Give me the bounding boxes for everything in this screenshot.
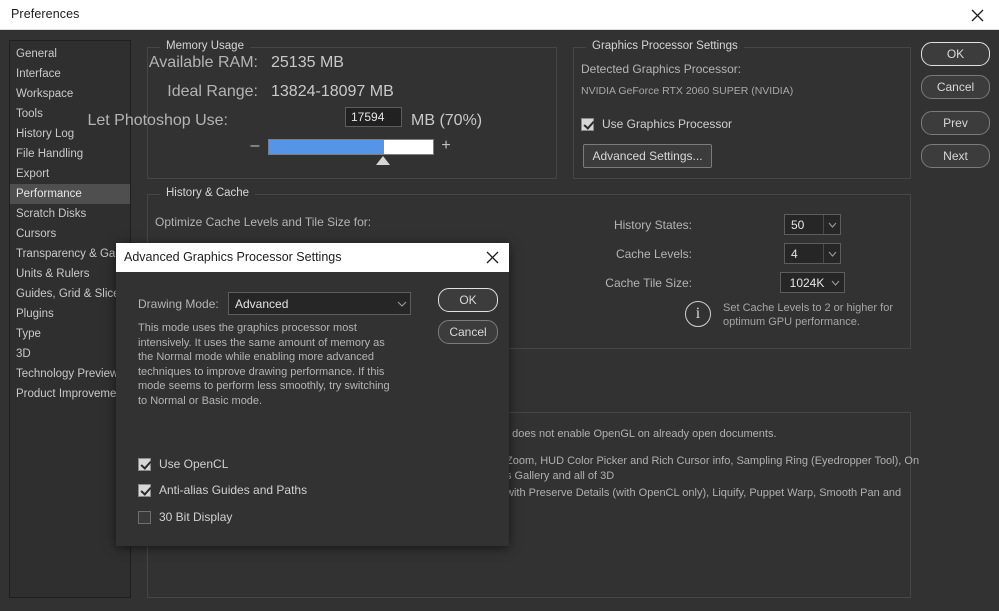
sidebar-item-3d[interactable]: 3D [10, 344, 130, 364]
use-opencl-label: Use OpenCL [159, 457, 228, 471]
checkbox-icon [138, 484, 151, 497]
detected-gpu-label: Detected Graphics Processor: [581, 62, 741, 76]
drawing-mode-dropdown[interactable]: Advanced [228, 292, 411, 315]
dialog-titlebar: Advanced Graphics Processor Settings [116, 243, 509, 272]
optimize-cache-label: Optimize Cache Levels and Tile Size for: [155, 215, 371, 229]
gpu-note-line-1: t does not enable OpenGL on already open… [506, 427, 777, 442]
let-photoshop-use-input[interactable] [345, 107, 402, 127]
info-icon: i [685, 301, 711, 327]
dialog-cancel-button[interactable]: Cancel [438, 320, 498, 344]
sidebar-item-cursors[interactable]: Cursors [10, 224, 130, 244]
anti-alias-guides-label: Anti-alias Guides and Paths [159, 483, 307, 497]
slider-increase-button[interactable]: + [439, 139, 453, 155]
sidebar-item-transparency-gamut[interactable]: Transparency & Gamut [10, 244, 130, 264]
close-icon[interactable] [955, 0, 999, 30]
checkbox-icon [581, 118, 594, 131]
chevron-down-icon [823, 215, 840, 234]
let-photoshop-use-label: Let Photoshop Use: [70, 112, 228, 130]
30-bit-display-checkbox[interactable]: 30 Bit Display [138, 510, 232, 524]
memory-slider: – + [248, 139, 453, 165]
detected-gpu-value: NVIDIA GeForce RTX 2060 SUPER (NVIDIA) [581, 85, 793, 97]
sidebar-item-product-improvement[interactable]: Product Improvement [10, 384, 130, 404]
cache-tile-size-label: Cache Tile Size: [586, 276, 692, 290]
ok-button[interactable]: OK [921, 42, 990, 66]
drawing-mode-value: Advanced [229, 297, 393, 311]
advanced-settings-button[interactable]: Advanced Settings... [583, 144, 712, 168]
dialog-title: Advanced Graphics Processor Settings [124, 250, 341, 264]
anti-alias-guides-checkbox[interactable]: Anti-alias Guides and Paths [138, 483, 307, 497]
history-states-dropdown[interactable]: 50 [784, 214, 841, 235]
checkbox-icon [138, 458, 151, 471]
cache-tile-size-value: 1024K [781, 276, 827, 290]
advanced-graphics-settings-dialog: Advanced Graphics Processor Settings Dra… [116, 243, 509, 546]
sidebar-item-file-handling[interactable]: File Handling [10, 144, 130, 164]
history-states-value: 50 [785, 218, 823, 232]
cache-levels-label: Cache Levels: [600, 247, 692, 261]
window-titlebar: Preferences [0, 0, 999, 30]
gpu-note-line-4: with Preserve Details (with OpenCL only)… [506, 486, 901, 501]
slider-track[interactable] [268, 139, 434, 155]
checkbox-icon [138, 511, 151, 524]
sidebar-item-guides-grid-slices[interactable]: Guides, Grid & Slices [10, 284, 130, 304]
sidebar-item-scratch-disks[interactable]: Scratch Disks [10, 204, 130, 224]
next-button[interactable]: Next [921, 144, 990, 168]
slider-thumb[interactable] [376, 156, 390, 165]
ideal-range-label: Ideal Range: [100, 83, 258, 101]
page-title: Preferences [11, 7, 80, 21]
dialog-ok-button[interactable]: OK [438, 288, 498, 312]
sidebar-item-technology-previews[interactable]: Technology Previews [10, 364, 130, 384]
30-bit-display-label: 30 Bit Display [159, 510, 232, 524]
sidebar-item-performance[interactable]: Performance [10, 184, 130, 204]
gpu-note-line-3: s Gallery and all of 3D [506, 469, 614, 484]
chevron-down-icon [827, 273, 844, 292]
memory-usage-group-title: Memory Usage [160, 40, 250, 52]
graphics-processor-group-title: Graphics Processor Settings [586, 40, 744, 52]
slider-decrease-button[interactable]: – [248, 139, 262, 155]
slider-fill [269, 140, 384, 154]
history-states-label: History States: [600, 218, 692, 232]
sidebar-item-type[interactable]: Type [10, 324, 130, 344]
close-icon[interactable] [477, 243, 507, 272]
available-ram-label: Available RAM: [100, 54, 258, 72]
available-ram-value: 25135 MB [271, 54, 344, 72]
chevron-down-icon [823, 244, 840, 263]
cache-info-text: Set Cache Levels to 2 or higher for opti… [723, 301, 893, 329]
cache-info-line-1: Set Cache Levels to 2 or higher for [723, 301, 893, 315]
preferences-window: Preferences General Interface Workspace … [0, 0, 999, 611]
gpu-note-line-2: Zoom, HUD Color Picker and Rich Cursor i… [506, 454, 919, 469]
sidebar-item-plugins[interactable]: Plugins [10, 304, 130, 324]
history-cache-group-title: History & Cache [160, 187, 255, 199]
ideal-range-value: 13824-18097 MB [271, 83, 394, 101]
prev-button[interactable]: Prev [921, 111, 990, 135]
use-opencl-checkbox[interactable]: Use OpenCL [138, 457, 228, 471]
sidebar-item-units-rulers[interactable]: Units & Rulers [10, 264, 130, 284]
use-graphics-processor-label: Use Graphics Processor [602, 117, 732, 131]
sidebar-item-export[interactable]: Export [10, 164, 130, 184]
use-graphics-processor-checkbox[interactable]: Use Graphics Processor [581, 117, 732, 131]
drawing-mode-description: This mode uses the graphics processor mo… [138, 321, 390, 408]
cache-levels-dropdown[interactable]: 4 [784, 243, 841, 264]
let-photoshop-use-suffix: MB (70%) [411, 112, 482, 130]
chevron-down-icon [393, 293, 410, 314]
cancel-button[interactable]: Cancel [921, 75, 990, 99]
cache-info-line-2: optimum GPU performance. [723, 315, 893, 329]
drawing-mode-label: Drawing Mode: [138, 297, 219, 311]
cache-tile-size-dropdown[interactable]: 1024K [780, 272, 845, 293]
cache-levels-value: 4 [785, 247, 823, 261]
